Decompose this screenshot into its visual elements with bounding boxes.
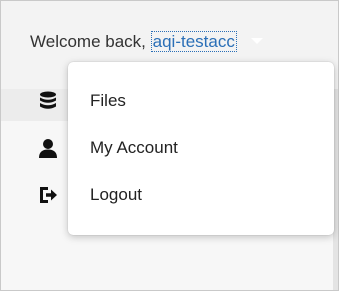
welcome-message: Welcome back, aqi-testacc: [30, 31, 263, 52]
menu-item-logout[interactable]: Logout: [0, 178, 266, 212]
welcome-text: Welcome back,: [30, 32, 146, 51]
menu-item-label: Logout: [90, 185, 142, 204]
chevron-down-icon[interactable]: [250, 37, 263, 44]
database-icon: [38, 89, 58, 113]
sign-out-icon: [38, 183, 58, 207]
menu-item-label: Files: [90, 91, 126, 110]
user-menu-toggle[interactable]: aqi-testacc: [150, 31, 237, 52]
menu-item-label: My Account: [90, 138, 178, 157]
menu-item-my-account[interactable]: My Account: [0, 131, 266, 165]
menu-item-files[interactable]: Files: [0, 84, 266, 118]
user-icon: [38, 136, 58, 160]
